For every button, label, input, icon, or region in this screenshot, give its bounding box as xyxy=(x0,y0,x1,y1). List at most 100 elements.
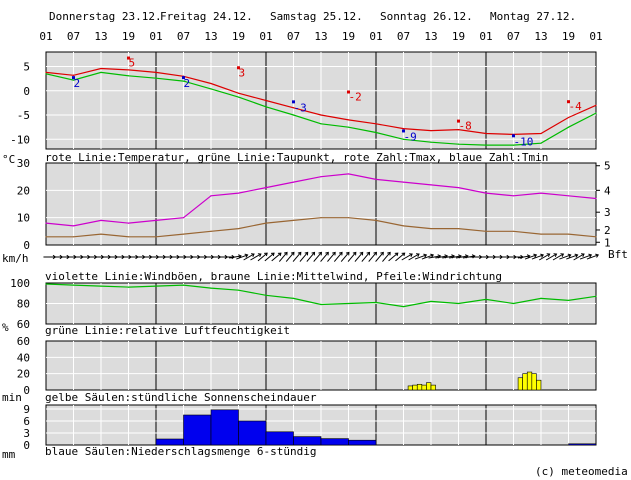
sunshine-bar xyxy=(531,373,537,391)
sunshine-bar xyxy=(407,385,413,391)
panel-caption: grüne Linie:relative Luftfeuchtigkeit xyxy=(45,324,290,337)
hour-tick-label: 13 xyxy=(534,30,547,43)
hour-tick-label: 13 xyxy=(424,30,437,43)
hour-tick-label: 01 xyxy=(259,30,272,43)
data-point xyxy=(182,233,185,235)
hour-tick-label: 07 xyxy=(397,30,410,43)
sunshine-bar xyxy=(416,383,423,391)
sunshine-bar xyxy=(412,384,418,391)
data-point xyxy=(45,236,47,238)
precip-bar xyxy=(293,436,322,446)
right-tick-label: 5 xyxy=(604,160,611,173)
data-point xyxy=(155,77,157,79)
data-point xyxy=(320,123,322,125)
data-point xyxy=(237,192,240,194)
y-tick-label: 100 xyxy=(10,277,30,290)
data-point xyxy=(155,285,157,287)
hour-tick-label: 01 xyxy=(589,30,602,43)
precip-bar xyxy=(238,420,267,446)
data-point xyxy=(540,297,542,299)
humidity-panel: 100 80 60% grüne Linie:relative Luftfeuchti… xyxy=(2,277,597,337)
data-point xyxy=(265,106,267,108)
data-point xyxy=(210,82,212,85)
y-tick-label: 20 xyxy=(17,368,30,381)
data-point xyxy=(210,230,212,232)
sunshine-bar xyxy=(536,379,542,391)
data-point xyxy=(155,219,157,221)
data-point xyxy=(320,114,322,116)
data-point xyxy=(320,217,322,219)
hour-tick-label: 01 xyxy=(39,30,52,43)
data-point xyxy=(45,283,47,285)
data-point xyxy=(457,143,460,145)
data-point xyxy=(567,126,570,128)
data-point xyxy=(100,219,102,221)
unit-label: °C xyxy=(2,153,15,166)
y-tick-label: 0 xyxy=(23,85,30,98)
y-tick-label: 80 xyxy=(17,298,30,311)
panel-caption: gelbe Säulen:stündliche Sonnenscheindaue… xyxy=(45,391,317,404)
data-point xyxy=(237,96,240,98)
data-point xyxy=(237,228,240,230)
data-point xyxy=(347,302,350,305)
y-tick-label: 5 xyxy=(23,61,30,74)
data-point xyxy=(127,286,130,288)
data-point xyxy=(210,287,212,289)
data-point xyxy=(45,222,47,224)
tmin-label: -9 xyxy=(404,130,417,143)
hour-tick-label: 19 xyxy=(562,30,575,43)
hour-tick-label: 07 xyxy=(507,30,520,43)
meteogram: Donnerstag 23.12. Freitag 24.12. Samstag 2… xyxy=(0,0,631,480)
day-label: Montag 27.12. xyxy=(490,10,576,23)
day-label: Sonntag 26.12. xyxy=(380,10,473,23)
tmin-label: -10 xyxy=(514,135,534,148)
unit-label: mm xyxy=(2,448,16,461)
panel-caption: violette Linie:Windböen, braune Linie:Mi… xyxy=(45,270,502,283)
precip-bar xyxy=(265,431,294,446)
data-point xyxy=(72,236,75,238)
data-point xyxy=(347,119,350,121)
unit-label: min xyxy=(2,391,22,404)
data-point xyxy=(100,285,102,287)
hour-tick-label: 19 xyxy=(452,30,465,43)
data-point xyxy=(402,128,405,130)
data-point xyxy=(375,301,377,304)
data-point xyxy=(100,71,102,73)
data-point xyxy=(540,233,542,235)
data-point xyxy=(595,112,597,114)
data-point xyxy=(292,219,295,221)
data-point xyxy=(402,225,405,227)
data-point xyxy=(485,230,487,232)
data-point xyxy=(457,187,460,189)
tmax-label: -4 xyxy=(569,100,583,113)
sunshine-bar xyxy=(421,384,427,391)
data-point xyxy=(127,75,130,77)
panel-caption: rote Linie:Temperatur, grüne Linie:Taupu… xyxy=(45,151,548,164)
data-point xyxy=(540,192,542,194)
y-tick-label: 0 xyxy=(23,239,30,252)
data-point xyxy=(210,195,212,197)
tmax-label: 5 xyxy=(129,57,136,70)
data-point xyxy=(375,131,377,134)
tmin-label: -3 xyxy=(294,101,307,114)
hour-tick-label: 19 xyxy=(122,30,135,43)
data-point xyxy=(320,303,322,306)
data-point xyxy=(155,236,157,238)
sunshine-bar xyxy=(517,377,523,391)
data-point xyxy=(512,302,515,305)
tmin-label: 2 xyxy=(184,77,191,90)
wind-panel: 302010054321km/h Bftviolette Linie:Windbö… xyxy=(2,157,628,283)
day-label: Freitag 24.12. xyxy=(160,10,253,23)
data-point xyxy=(292,297,295,299)
data-point xyxy=(485,132,487,135)
precip-bar xyxy=(320,438,349,446)
data-point xyxy=(595,104,597,106)
y-tick-label: -10 xyxy=(10,133,30,146)
wind-arrow xyxy=(586,253,600,260)
hour-tick-label: 07 xyxy=(67,30,80,43)
precip-bar xyxy=(183,414,212,446)
data-point xyxy=(512,195,515,197)
data-point xyxy=(265,187,267,189)
data-point xyxy=(237,92,240,94)
data-point xyxy=(595,236,597,238)
